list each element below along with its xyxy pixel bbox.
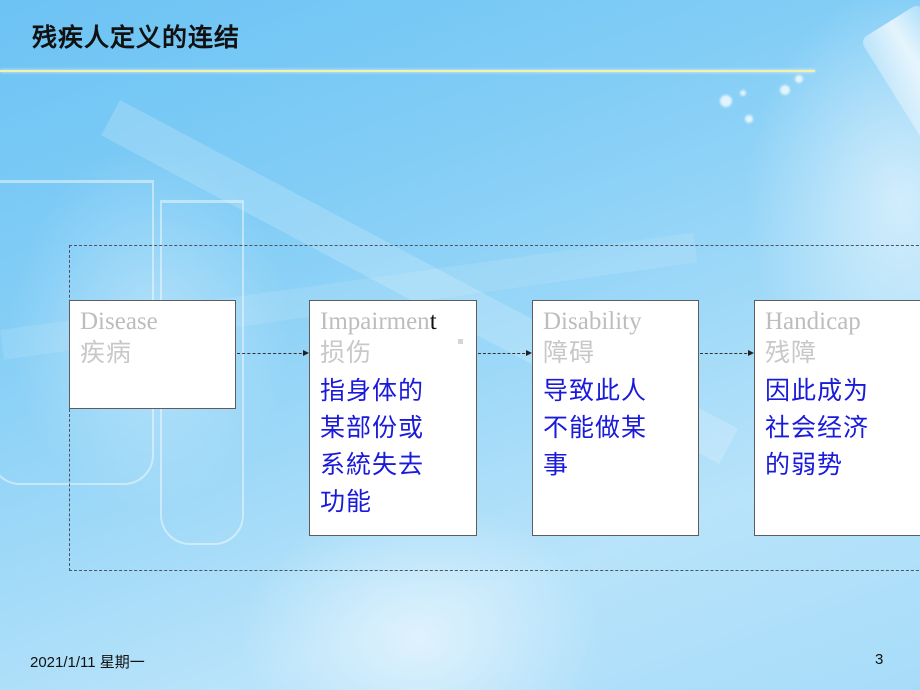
- footer-date: 2021/1/11 星期一: [30, 654, 145, 671]
- background-sparkle: [740, 90, 746, 96]
- description-line: 不能做某: [543, 413, 648, 442]
- box-description: 指身体的 某部份或 系統失去 功能: [320, 372, 476, 520]
- box-chinese-label: 障碍: [543, 338, 596, 367]
- slide-title: 残疾人定义的连结: [32, 23, 241, 52]
- box-chinese-label: 残障: [765, 338, 818, 367]
- description-line: 功能: [320, 487, 373, 516]
- flow-box-impairment: Impairment 损伤 指身体的 某部份或 系統失去 功能: [309, 300, 477, 536]
- description-line: 指身体的: [320, 376, 425, 405]
- title-divider: [0, 70, 815, 72]
- box-description: 因此成为 社会经济 的弱势: [765, 372, 920, 483]
- text-cursor-mark: [458, 339, 463, 344]
- background-sparkle: [745, 115, 753, 123]
- description-line: 某部份或: [320, 413, 425, 442]
- description-line: 社会经济: [765, 413, 870, 442]
- background-sparkle: [780, 85, 790, 95]
- background-sparkle: [795, 75, 803, 83]
- box-description: 导致此人 不能做某 事: [543, 372, 698, 483]
- page-number: 3: [875, 651, 884, 668]
- description-line: 事: [543, 450, 570, 479]
- box-english-label: Handicap: [765, 308, 861, 335]
- arrow-disease-to-impairment: [237, 349, 309, 356]
- slide: 残疾人定义的连结 Disease 疾病 Impairment 损伤 指身体的 某…: [0, 0, 920, 690]
- box-chinese-label: 疾病: [80, 338, 133, 367]
- arrow-impairment-to-disability: [478, 349, 532, 356]
- box-english-label: Disability: [543, 308, 642, 335]
- box-chinese-label: 损伤: [320, 338, 373, 367]
- background-sparkle: [720, 95, 732, 107]
- flow-box-disease: Disease 疾病: [69, 300, 236, 409]
- box-english-label: Impairment: [320, 308, 437, 335]
- flow-box-handicap: Handicap 残障 因此成为 社会经济 的弱势: [754, 300, 920, 536]
- background-bottle-decoration: [860, 2, 920, 210]
- box-english-label: Disease: [80, 308, 158, 335]
- arrow-disability-to-handicap: [700, 349, 754, 356]
- description-line: 导致此人: [543, 376, 648, 405]
- description-line: 系統失去: [320, 450, 425, 479]
- description-line: 的弱势: [765, 450, 844, 479]
- flow-box-disability: Disability 障碍 导致此人 不能做某 事: [532, 300, 699, 536]
- description-line: 因此成为: [765, 376, 870, 405]
